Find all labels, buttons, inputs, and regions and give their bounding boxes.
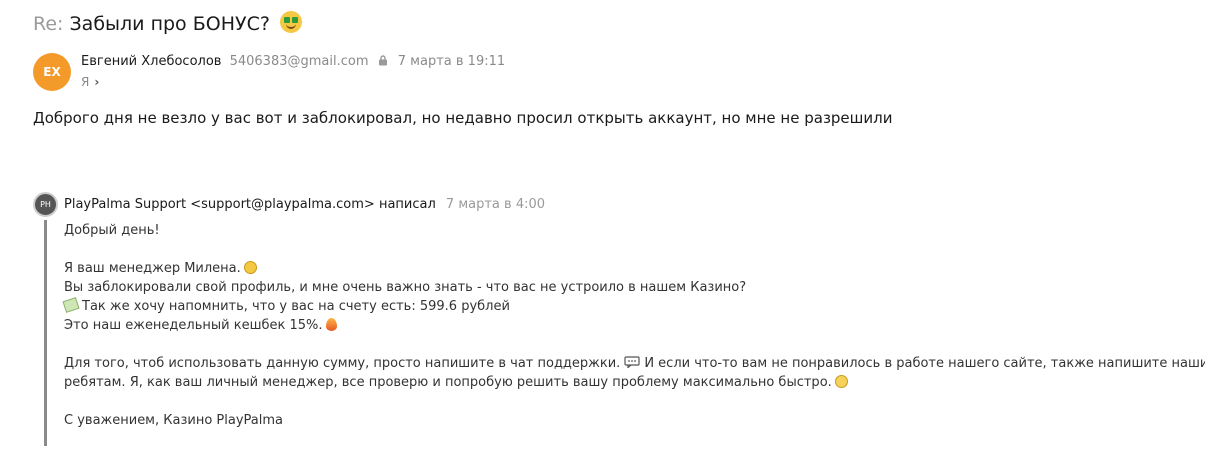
quoted-line: Вы заблокировали свой профиль, и мне оче… [64, 280, 747, 295]
hugging-face-icon [243, 261, 257, 274]
quoted-line: Так же хочу напомнить, что у вас на счет… [62, 297, 1184, 316]
quoted-body: Добрый день! Я ваш менеджер Милена. Вы з… [62, 221, 1205, 430]
money-icon [62, 297, 80, 313]
recipient-toggle[interactable]: Я › [81, 74, 99, 90]
smiling-face-icon [834, 375, 848, 388]
quoted-line: ребятам. Я, как ваш личный менеджер, все… [64, 373, 1184, 392]
fire-icon [325, 318, 337, 331]
email-view: Re: Забыли про БОНУС? ЕХ Евгений Хлебосо… [0, 0, 1205, 466]
sender-info: Евгений Хлебосолов 5406383@gmail.com 7 м… [81, 54, 505, 70]
message-date: 7 марта в 19:11 [397, 54, 506, 69]
recipient-label: Я [81, 75, 90, 89]
quoted-date: 7 марта в 4:00 [445, 197, 546, 212]
money-mouth-face-icon [279, 11, 302, 33]
quoted-line: Для того, чтоб использовать данную сумму… [64, 356, 1205, 371]
quoted-signature: С уважением, Казино PlayPalma [64, 413, 283, 428]
quoted-line: Я ваш менеджер Милена. [64, 259, 1184, 278]
chevron-right-icon: › [94, 75, 100, 89]
quoted-greeting: Добрый день! [64, 223, 160, 238]
quoted-sender-avatar: PH [33, 192, 58, 217]
subject-prefix: Re: [33, 13, 64, 35]
quoted-header: PlayPalma Support <support@playpalma.com… [64, 196, 545, 214]
email-subject: Re: Забыли про БОНУС? [33, 10, 302, 38]
lock-icon [378, 55, 387, 66]
sender-avatar[interactable]: ЕХ [33, 53, 71, 91]
quoted-sender: PlayPalma Support <support@playpalma.com… [64, 197, 436, 212]
message-body: Доброго дня не везло у вас вот и заблоки… [33, 109, 893, 127]
subject-title: Забыли про БОНУС? [69, 13, 270, 35]
quoted-line: Это наш еженедельный кешбек 15%. [64, 316, 1184, 335]
quote-divider [44, 220, 47, 446]
speech-bubble-icon [624, 356, 640, 368]
sender-name[interactable]: Евгений Хлебосолов [81, 54, 221, 69]
sender-email[interactable]: 5406383@gmail.com [230, 54, 369, 69]
